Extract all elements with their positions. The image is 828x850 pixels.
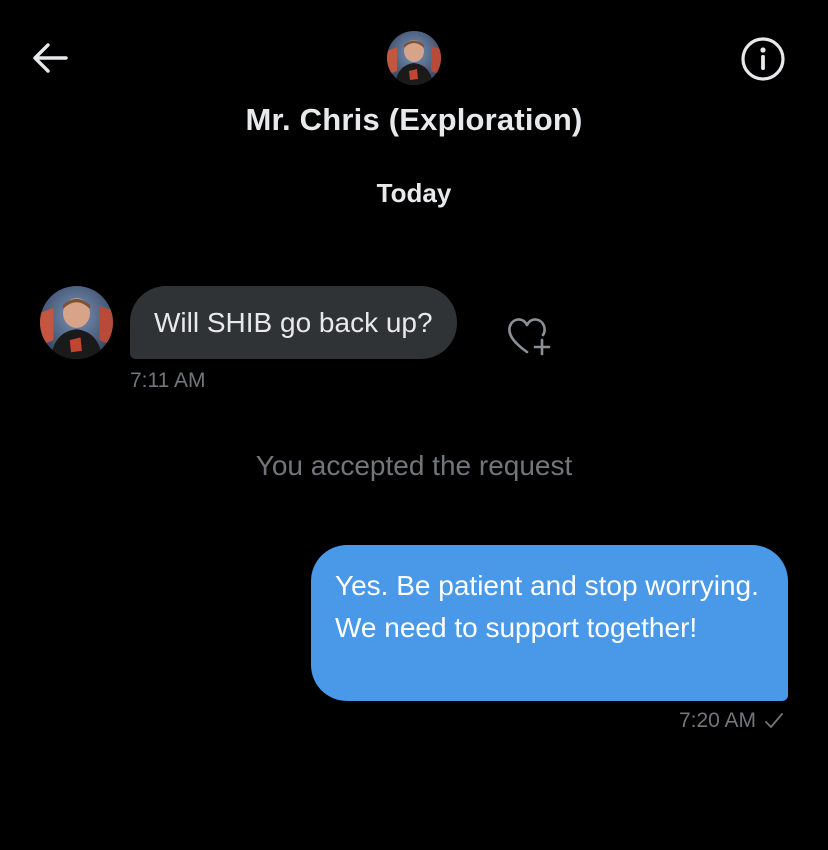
- message-text: Will SHIB go back up?: [154, 306, 433, 338]
- info-circle-icon: [741, 37, 785, 81]
- message-meta: 7:20 AM: [679, 709, 784, 733]
- conversation-info-button[interactable]: [738, 34, 788, 84]
- dm-conversation-screen: Mr. Chris (Exploration) Today Will SHIB …: [0, 0, 828, 850]
- date-divider: Today: [376, 178, 452, 208]
- sender-avatar[interactable]: [40, 286, 113, 359]
- contact-avatar[interactable]: [387, 31, 441, 85]
- message-timestamp: 7:11 AM: [130, 369, 206, 392]
- message-timestamp: 7:20 AM: [678, 709, 756, 732]
- system-message: You accepted the request: [255, 450, 573, 481]
- avatar-photo: [40, 286, 113, 359]
- incoming-message-bubble[interactable]: Will SHIB go back up?: [130, 286, 457, 359]
- message-text: Yes. Be patient and stop worrying. We ne…: [335, 570, 759, 643]
- add-reaction-button[interactable]: [504, 312, 554, 362]
- contact-name[interactable]: Mr. Chris (Exploration): [0, 102, 828, 138]
- avatar-photo: [387, 31, 441, 85]
- checkmark-icon: [765, 713, 783, 728]
- arrow-left-icon: [33, 43, 68, 73]
- outgoing-message-bubble[interactable]: Yes. Be patient and stop worrying. We ne…: [311, 545, 788, 701]
- heart-plus-icon: [508, 318, 551, 356]
- back-button[interactable]: [28, 36, 72, 80]
